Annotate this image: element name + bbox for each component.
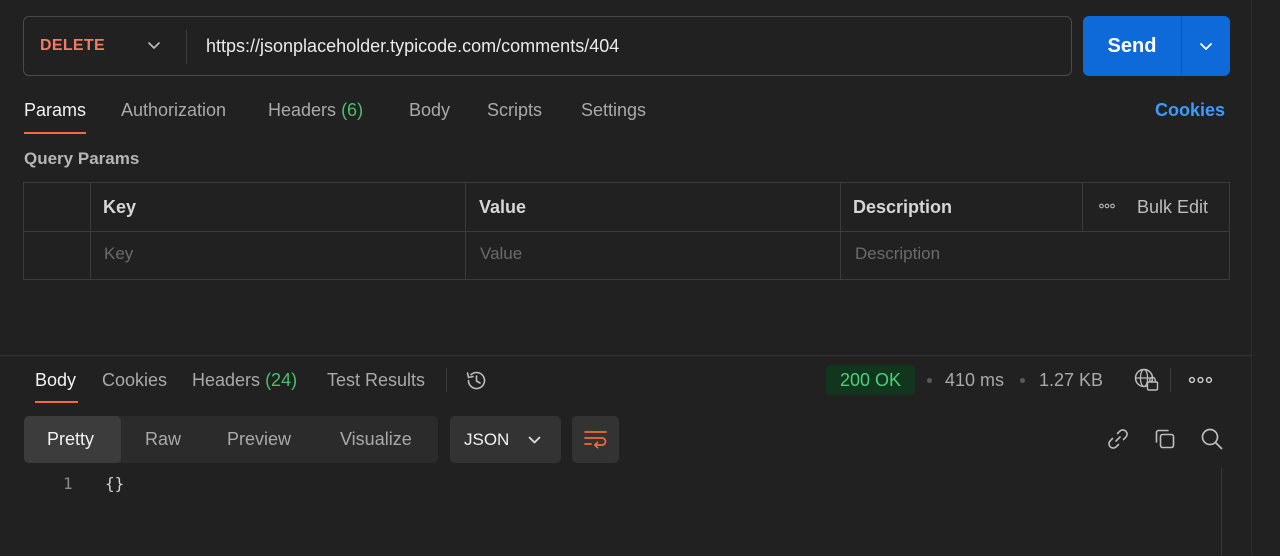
response-tab-body[interactable]: Body: [35, 370, 76, 391]
url-input[interactable]: https://jsonplaceholder.typicode.com/com…: [206, 17, 619, 75]
tab-label: Params: [24, 100, 87, 120]
response-divider: [0, 355, 1252, 356]
wrap-lines-button[interactable]: [572, 416, 619, 463]
value-input[interactable]: Value: [480, 244, 522, 264]
more-icon[interactable]: [1099, 203, 1115, 209]
tab-label: Scripts: [487, 100, 543, 120]
tab-settings[interactable]: Settings: [581, 100, 646, 122]
view-mode-group: Pretty Raw Preview Visualize: [24, 416, 438, 463]
wrap-lines-icon: [584, 431, 607, 449]
separator-dot: [927, 378, 932, 383]
chevron-down-icon[interactable]: [146, 37, 162, 53]
copy-icon[interactable]: [1152, 426, 1178, 452]
tab-headers[interactable]: Headers (6): [268, 100, 363, 122]
view-pretty-button[interactable]: Pretty: [47, 416, 94, 463]
method-select[interactable]: DELETE: [40, 17, 105, 75]
globe-lock-icon[interactable]: [1133, 367, 1160, 393]
active-tab-indicator: [35, 401, 78, 403]
chevron-down-icon: [528, 436, 541, 444]
cookies-link[interactable]: Cookies: [1155, 100, 1225, 121]
description-input[interactable]: Description: [855, 244, 940, 264]
tab-scripts[interactable]: Scripts: [487, 100, 542, 122]
tab-label: Authorization: [121, 100, 227, 120]
tab-label: Headers: [192, 370, 261, 390]
tab-label: Headers: [268, 100, 337, 120]
column-header-description: Description: [853, 197, 953, 217]
url-bar: DELETE https://jsonplaceholder.typicode.…: [23, 16, 1072, 76]
response-tab-test-results[interactable]: Test Results: [327, 370, 425, 391]
key-input[interactable]: Key: [104, 244, 133, 264]
tab-label: Settings: [581, 100, 647, 120]
headers-count: (6): [341, 100, 364, 120]
code-content[interactable]: {}: [105, 474, 124, 493]
send-button-group: Send: [1083, 16, 1230, 76]
tab-label: Test Results: [327, 370, 426, 390]
row-divider: [24, 231, 1229, 232]
tab-label: Cookies: [102, 370, 168, 390]
send-options-button[interactable]: [1182, 16, 1230, 76]
line-number: 1: [63, 474, 73, 493]
bulk-edit-button[interactable]: Bulk Edit: [1137, 197, 1208, 218]
status-badge[interactable]: 200 OK: [826, 365, 915, 395]
link-icon[interactable]: [1105, 426, 1131, 452]
tab-body[interactable]: Body: [409, 100, 450, 122]
panel-divider: [1251, 0, 1252, 556]
history-icon[interactable]: [464, 368, 489, 393]
view-raw-button[interactable]: Raw: [145, 416, 181, 463]
format-select[interactable]: JSON: [450, 416, 561, 463]
column-header-key: Key: [103, 197, 137, 217]
scrollbar[interactable]: [1221, 468, 1222, 556]
more-icon[interactable]: [1188, 376, 1213, 384]
column-divider: [1082, 183, 1083, 231]
divider: [186, 30, 187, 64]
tab-label: Body: [409, 100, 451, 120]
tab-params[interactable]: Params: [24, 100, 86, 122]
view-visualize-button[interactable]: Visualize: [340, 416, 412, 463]
separator-dot: [1020, 378, 1025, 383]
response-size[interactable]: 1.27 KB: [1039, 370, 1103, 391]
send-button[interactable]: Send: [1083, 16, 1181, 76]
response-time[interactable]: 410 ms: [945, 370, 1004, 391]
column-header-value: Value: [479, 197, 527, 217]
active-tab-indicator: [24, 132, 86, 134]
headers-count: (24): [265, 370, 298, 390]
response-tab-headers[interactable]: Headers (24): [192, 370, 297, 391]
chevron-down-icon: [1200, 43, 1212, 50]
tab-authorization[interactable]: Authorization: [121, 100, 226, 122]
section-title: Query Params: [24, 149, 140, 168]
response-tab-cookies[interactable]: Cookies: [102, 370, 167, 391]
tab-label: Body: [35, 370, 77, 390]
divider: [1170, 368, 1171, 392]
query-params-table: Key Value Description Bulk Edit Key Valu…: [23, 182, 1230, 280]
view-preview-button[interactable]: Preview: [227, 416, 291, 463]
search-icon[interactable]: [1199, 426, 1225, 452]
divider: [446, 368, 447, 392]
format-label: JSON: [464, 429, 510, 449]
